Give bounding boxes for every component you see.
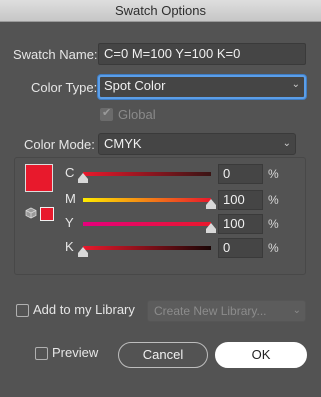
channel-label: Y [65,215,74,230]
swatch-name-input[interactable]: C=0 M=100 Y=100 K=0 [98,43,306,65]
cancel-button[interactable]: Cancel [118,342,208,368]
chevron-down-icon: ⌄ [282,138,291,149]
swatch-name-label: Swatch Name: [13,47,98,62]
cube-icon[interactable] [25,207,37,219]
channel-slider-track[interactable] [83,172,211,176]
channel-value-input[interactable]: 100 [218,214,263,234]
add-to-library-label: Add to my Library [33,302,135,317]
ok-button[interactable]: OK [215,342,307,368]
channel-value-input[interactable]: 100 [218,190,263,210]
channel-label: C [65,165,75,180]
channel-slider-thumb[interactable] [206,199,216,209]
percent-unit: % [268,167,279,181]
preview-checkbox[interactable] [35,347,48,360]
channel-label: K [65,239,74,254]
channel-value-input[interactable]: 0 [218,164,263,184]
channel-slider-thumb[interactable] [78,247,88,257]
color-swatch-preview [25,164,53,192]
library-select-value: Create New Library... [154,304,267,318]
color-type-value: Spot Color [104,78,166,93]
channel-slider-track[interactable] [83,246,211,250]
global-checkbox[interactable]: ✔ [100,107,113,121]
channel-slider-track[interactable] [83,198,211,202]
color-type-label: Color Type: [31,80,98,95]
out-of-gamut-swatch[interactable] [40,207,54,221]
global-label: Global [118,107,156,122]
percent-unit: % [268,217,279,231]
color-mode-select[interactable]: CMYK ⌄ [98,133,296,155]
channel-slider-thumb[interactable] [78,173,88,183]
window-title: Swatch Options [0,0,321,22]
color-type-select[interactable]: Spot Color ⌄ [98,75,306,99]
channel-label: M [65,191,76,206]
chevron-down-icon: ⌄ [292,305,301,316]
library-select[interactable]: Create New Library... ⌄ [147,300,306,322]
percent-unit: % [268,241,279,255]
preview-label: Preview [52,345,99,360]
checkmark-icon: ✔ [102,107,112,119]
color-mode-value: CMYK [104,136,142,151]
channel-slider-thumb[interactable] [206,223,216,233]
percent-unit: % [268,193,279,207]
channel-slider-track[interactable] [83,222,211,226]
channel-value-input[interactable]: 0 [218,238,263,258]
chevron-down-icon: ⌄ [291,79,300,90]
add-to-library-checkbox[interactable] [16,304,29,317]
color-mode-label: Color Mode: [24,137,95,152]
